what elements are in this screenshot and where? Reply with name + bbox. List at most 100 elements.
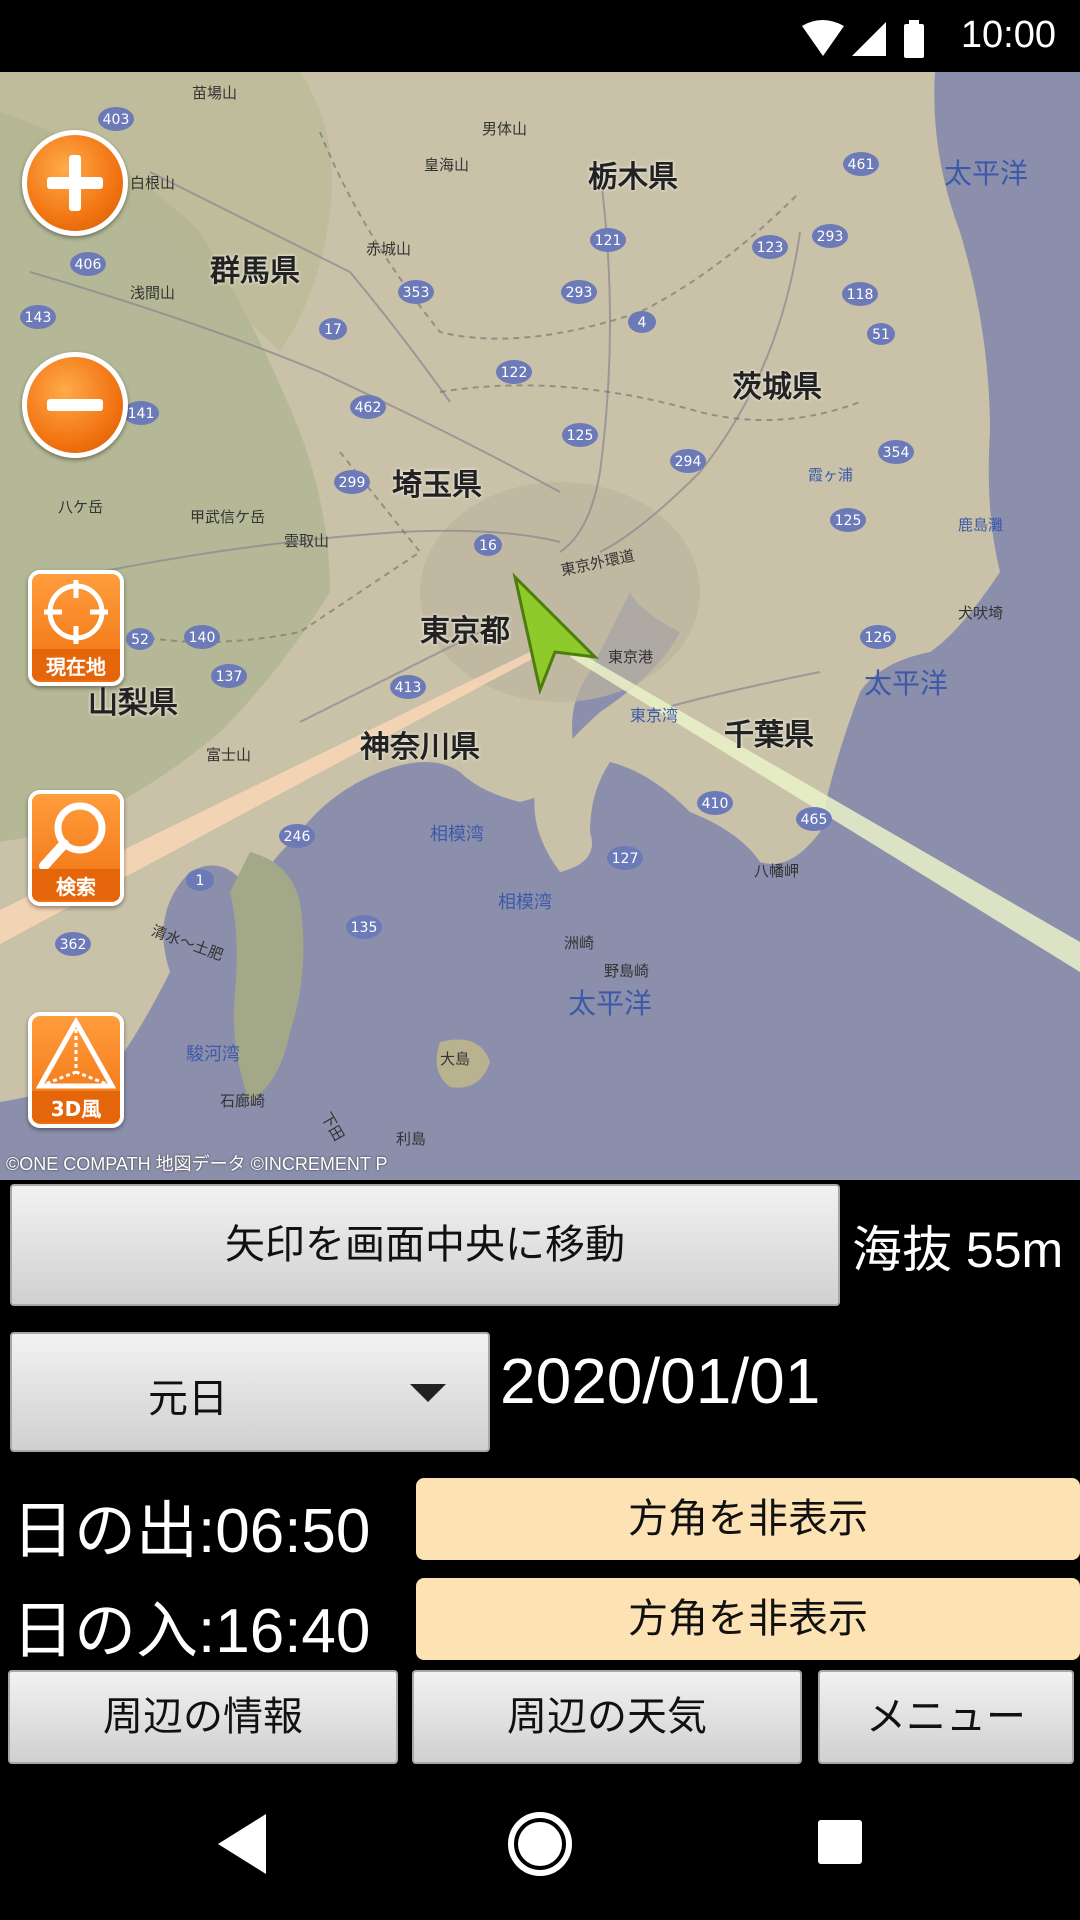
route-number: 465 <box>801 812 828 828</box>
current-location-label: 現在地 <box>32 649 120 680</box>
route-number: 118 <box>847 287 874 303</box>
label-saitama: 埼玉県 <box>392 468 482 503</box>
route-number: 51 <box>872 327 890 343</box>
route-number: 293 <box>817 229 844 245</box>
place-label: 八幡岬 <box>754 862 800 880</box>
route-number: 137 <box>216 669 243 685</box>
place-label: 野島崎 <box>604 962 650 980</box>
status-bar: 10:00 <box>0 0 1080 72</box>
route-number: 246 <box>284 829 311 845</box>
route-number: 353 <box>403 285 430 301</box>
route-number: 406 <box>75 257 102 273</box>
label-tokyo-bay: 東京湾 <box>630 706 679 725</box>
place-label: 大島 <box>440 1050 471 1068</box>
view-3d-button[interactable]: 3D風 <box>28 1012 124 1128</box>
label-sagami-2: 相模湾 <box>498 892 552 913</box>
zoom-out-button[interactable] <box>22 352 128 458</box>
view-3d-label: 3D風 <box>32 1091 120 1122</box>
date-text: 2020/01/01 <box>500 1345 821 1417</box>
zoom-in-button[interactable] <box>22 130 128 236</box>
label-kanagawa: 神奈川県 <box>360 730 480 765</box>
route-number: 121 <box>595 233 622 249</box>
back-icon[interactable] <box>214 1812 270 1876</box>
label-pacific-1: 太平洋 <box>944 157 1029 190</box>
place-label: 男体山 <box>482 120 528 138</box>
map-copyright: ©ONE COMPATH 地図データ ©INCREMENT P <box>6 1154 388 1174</box>
route-number: 462 <box>355 400 382 416</box>
place-label: 東京港 <box>608 648 654 666</box>
hide-sunset-direction-button[interactable]: 方角を非表示 <box>416 1578 1080 1660</box>
plus-icon-stroke <box>69 155 81 211</box>
search-button[interactable]: 検索 <box>28 790 124 906</box>
map-canvas: 403 461 293 406 121 123 353 293 118 143 17 4 51 122 46… <box>0 72 1080 1180</box>
place-label: 洲崎 <box>564 934 595 952</box>
minus-icon <box>47 399 103 411</box>
label-suruga: 駿河湾 <box>186 1044 240 1065</box>
tokyo-urban <box>420 482 700 702</box>
label-ibaraki: 茨城県 <box>732 370 822 405</box>
place-label: 甲武信ケ岳 <box>190 508 266 526</box>
pyramid-icon <box>35 1016 117 1089</box>
route-number: 123 <box>757 240 784 256</box>
route-number: 143 <box>25 310 52 326</box>
route-number: 122 <box>501 365 528 381</box>
label-gunma: 群馬県 <box>210 254 300 289</box>
hide-sunrise-direction-button[interactable]: 方角を非表示 <box>416 1478 1080 1560</box>
nearby-weather-button[interactable]: 周辺の天気 <box>412 1670 802 1764</box>
route-number: 293 <box>566 285 593 301</box>
place-label: 苗場山 <box>192 84 238 102</box>
label-sagami-1: 相模湾 <box>430 824 484 845</box>
route-number: 299 <box>339 475 366 491</box>
current-location-button[interactable]: 現在地 <box>28 570 124 686</box>
home-icon[interactable] <box>506 1810 574 1878</box>
place-label: 鹿島灘 <box>958 516 1004 534</box>
label-chiba: 千葉県 <box>724 718 814 753</box>
route-number: 16 <box>479 538 497 554</box>
sunset-time: 日の入:16:40 <box>12 1597 371 1666</box>
search-label: 検索 <box>32 869 120 900</box>
navigation-bar <box>0 1780 1080 1920</box>
route-number: 1 <box>196 873 205 889</box>
recents-icon[interactable] <box>816 1818 864 1866</box>
holiday-select[interactable]: 元日 <box>10 1332 490 1452</box>
place-label: 八ケ岳 <box>58 498 104 516</box>
center-arrow-button[interactable]: 矢印を画面中央に移動 <box>10 1184 840 1306</box>
place-label: 霞ヶ浦 <box>808 466 854 484</box>
route-number: 135 <box>351 920 378 936</box>
crosshair-icon <box>44 580 108 644</box>
route-number: 140 <box>189 630 216 646</box>
map-view[interactable]: 403 461 293 406 121 123 353 293 118 143 17 4 51 122 46… <box>0 72 1080 1180</box>
route-number: 4 <box>638 315 647 331</box>
signal-icon <box>852 22 886 56</box>
place-label: 富士山 <box>206 746 252 764</box>
route-number: 141 <box>128 406 155 422</box>
label-pacific-3: 太平洋 <box>568 987 653 1020</box>
place-label: 白根山 <box>130 174 176 192</box>
route-number: 127 <box>612 851 639 867</box>
place-label: 利島 <box>396 1130 427 1148</box>
place-label: 雲取山 <box>284 532 330 550</box>
route-number: 294 <box>675 454 702 470</box>
route-number: 413 <box>395 680 422 696</box>
place-label: 浅間山 <box>130 284 176 302</box>
place-label: 犬吠埼 <box>958 604 1004 622</box>
sunrise-time: 日の出:06:50 <box>12 1497 371 1566</box>
chevron-down-icon <box>410 1384 446 1402</box>
route-number: 17 <box>324 322 342 338</box>
wifi-icon <box>802 20 844 56</box>
route-number: 126 <box>865 630 892 646</box>
place-label: 赤城山 <box>366 240 412 258</box>
status-time: 10:00 <box>960 14 1056 56</box>
nearby-info-button[interactable]: 周辺の情報 <box>8 1670 398 1764</box>
battery-icon <box>904 24 924 58</box>
altitude-text: 海抜 55m <box>852 1222 1064 1278</box>
route-number: 125 <box>835 513 862 529</box>
label-tochigi: 栃木県 <box>588 160 678 195</box>
place-label: 皇海山 <box>424 156 470 174</box>
route-number: 125 <box>567 428 594 444</box>
route-number: 410 <box>702 796 729 812</box>
route-number: 52 <box>131 632 149 648</box>
menu-button[interactable]: メニュー <box>818 1670 1074 1764</box>
route-number: 354 <box>883 445 910 461</box>
route-number: 461 <box>848 157 875 173</box>
